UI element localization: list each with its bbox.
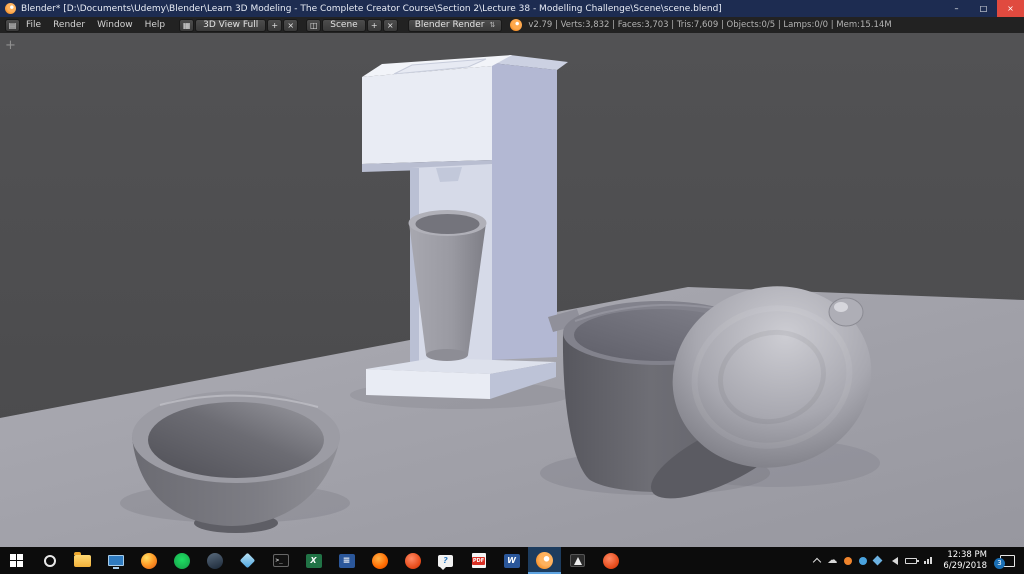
- menu-window[interactable]: Window: [91, 17, 139, 33]
- diamond-app-icon: [239, 552, 256, 569]
- layout-add-button[interactable]: +: [267, 18, 283, 32]
- window-titlebar: Blender* [D:\Documents\Udemy\Blender\Lea…: [0, 0, 1024, 17]
- red-circle-app-icon: [404, 552, 421, 569]
- scene-browse-icon: ◫: [309, 20, 318, 30]
- maximize-button[interactable]: □: [970, 0, 997, 17]
- viewport-3d[interactable]: +: [0, 33, 1024, 547]
- opera-button[interactable]: [396, 547, 429, 574]
- layout-browse-button[interactable]: ▦: [179, 18, 195, 32]
- display-app-button[interactable]: [99, 547, 132, 574]
- cortana-icon: [43, 554, 56, 567]
- updates-tray-icon[interactable]: [844, 556, 853, 565]
- onedrive-cloud-icon[interactable]: ☁: [827, 555, 837, 566]
- folder-icon: [74, 551, 91, 567]
- hidden-icons-chevron-icon[interactable]: [813, 557, 822, 567]
- layout-delete-button[interactable]: ×: [283, 18, 299, 32]
- file-explorer-button[interactable]: [66, 547, 99, 574]
- tray-time: 12:38 PM: [947, 549, 987, 560]
- word-button[interactable]: W: [495, 547, 528, 574]
- viewport-canvas[interactable]: [0, 33, 1024, 547]
- orange-browser-icon: [371, 552, 388, 569]
- blender-app-icon: [5, 3, 16, 14]
- scene-name-field[interactable]: Scene: [322, 18, 366, 32]
- tray-date: 6/29/2018: [943, 560, 987, 571]
- start-button[interactable]: [0, 547, 33, 574]
- steam-icon: [206, 552, 223, 569]
- volume-icon[interactable]: [888, 556, 899, 565]
- steam-button[interactable]: [198, 547, 231, 574]
- scene-delete-button[interactable]: ×: [382, 18, 398, 32]
- info-editor-icon: ▤: [8, 20, 17, 30]
- notes-app-button[interactable]: ≡: [330, 547, 363, 574]
- browser-orange-button[interactable]: [363, 547, 396, 574]
- photos-app-button[interactable]: [231, 547, 264, 574]
- spotify-icon: [173, 552, 190, 569]
- render-engine-select[interactable]: Blender Render ⇅: [407, 18, 503, 32]
- word-icon: W: [503, 553, 520, 568]
- question-bubble-icon: ?: [438, 554, 453, 570]
- spotify-button[interactable]: [165, 547, 198, 574]
- bluetooth-icon[interactable]: [872, 555, 883, 566]
- monitor-icon: [107, 555, 124, 569]
- scene-add-button[interactable]: +: [366, 18, 382, 32]
- pdf-icon: PDF: [471, 553, 486, 568]
- tray-clock[interactable]: 12:38 PM 6/29/2018: [943, 550, 987, 571]
- scene-browse-button[interactable]: ◫: [306, 18, 322, 32]
- action-center-icon[interactable]: 3: [994, 554, 1015, 569]
- screen-layout-icon: ▦: [182, 20, 191, 30]
- excel-icon: X: [305, 553, 322, 568]
- help-chat-button[interactable]: ?: [429, 547, 462, 574]
- taskbar-apps: >_ X ≡ ? PDF W: [0, 547, 627, 574]
- menu-help[interactable]: Help: [139, 17, 172, 33]
- vlc-button[interactable]: [561, 547, 594, 574]
- menu-render[interactable]: Render: [47, 17, 91, 33]
- blue-doc-icon: ≡: [338, 553, 355, 568]
- editor-type-button[interactable]: ▤: [5, 18, 20, 32]
- layout-name-field[interactable]: 3D View Full: [195, 18, 267, 32]
- viewport-expand-icon[interactable]: +: [5, 39, 16, 52]
- cortana-button[interactable]: [33, 547, 66, 574]
- window-controls: – □ ×: [943, 0, 1024, 17]
- blender-taskbar-button[interactable]: [528, 547, 561, 574]
- windows-taskbar: >_ X ≡ ? PDF W ☁ 12:38 PM 6/29/2018 3: [0, 547, 1024, 574]
- blender-icon: [536, 552, 553, 569]
- windows-logo-icon: [10, 554, 23, 567]
- notification-badge: 3: [994, 557, 1005, 569]
- firefox-icon: [140, 552, 157, 569]
- blender-logo-icon: [510, 19, 523, 31]
- render-engine-value: Blender Render: [414, 20, 485, 30]
- pdf-app-button[interactable]: PDF: [462, 547, 495, 574]
- close-button[interactable]: ×: [997, 0, 1024, 17]
- updown-arrows-icon: ⇅: [489, 21, 496, 29]
- mail-tray-icon[interactable]: [859, 556, 868, 565]
- terminal-icon: >_: [272, 554, 289, 567]
- minimize-button[interactable]: –: [943, 0, 970, 17]
- orange-app-icon: [602, 552, 619, 569]
- excel-button[interactable]: X: [297, 547, 330, 574]
- firefox-button[interactable]: [132, 547, 165, 574]
- network-icon[interactable]: [924, 557, 933, 564]
- terminal-button[interactable]: >_: [264, 547, 297, 574]
- orange-app-button[interactable]: [594, 547, 627, 574]
- blender-header: ▤ File Render Window Help ▦ 3D View Full…: [0, 17, 1024, 33]
- window-title: Blender* [D:\Documents\Udemy\Blender\Lea…: [21, 3, 722, 14]
- vlc-icon: [570, 554, 585, 567]
- menu-file[interactable]: File: [20, 17, 47, 33]
- system-tray: ☁ 12:38 PM 6/29/2018 3: [813, 547, 1024, 574]
- battery-icon[interactable]: [905, 557, 920, 564]
- scene-stats: v2.79 | Verts:3,832 | Faces:3,703 | Tris…: [528, 20, 892, 30]
